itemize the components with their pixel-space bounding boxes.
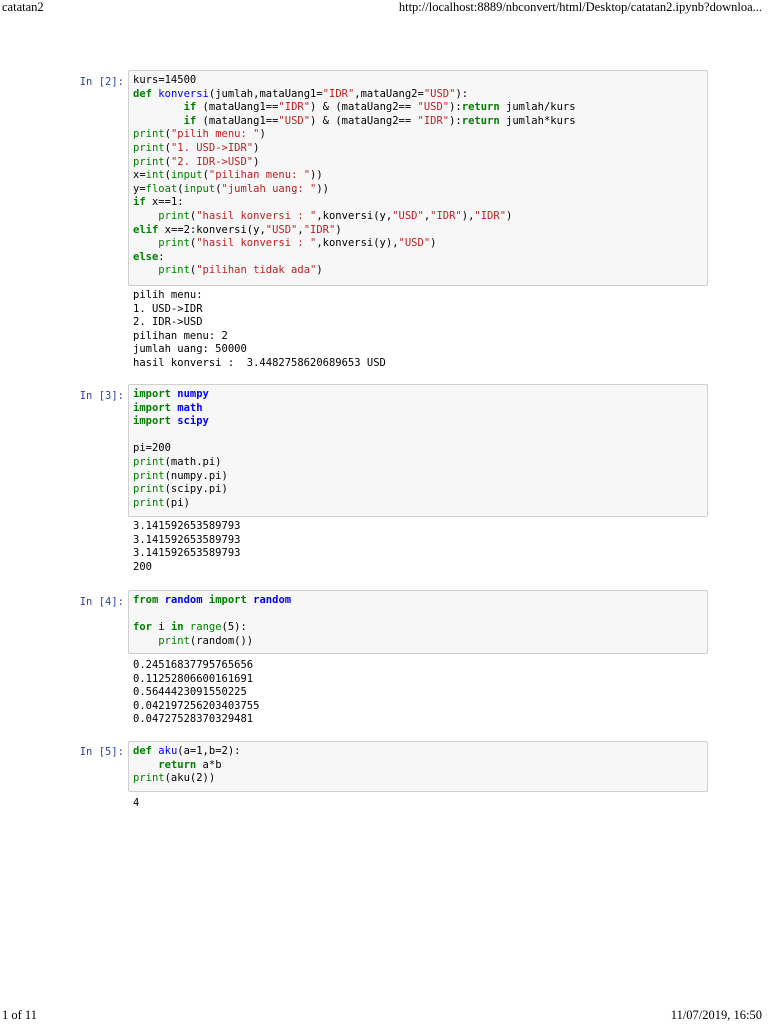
code-input-area[interactable]: def aku(a=1,b=2): return a*b print(aku(2… [128, 741, 708, 792]
input-prompt: In [3]: [79, 390, 124, 402]
cell-output: 3.141592653589793 3.141592653589793 3.14… [133, 520, 240, 574]
code-text: import numpy import math import scipy pi… [133, 388, 228, 509]
output-text: 0.24516837795765656 0.11252806600161691 … [133, 659, 260, 726]
output-text: 3.141592653589793 3.141592653589793 3.14… [133, 520, 241, 573]
cell-output: 0.24516837795765656 0.11252806600161691 … [133, 659, 259, 727]
code-input-area[interactable]: import numpy import math import scipy pi… [128, 384, 708, 517]
cell-output: pilih menu: 1. USD->IDR 2. IDR->USD pili… [133, 289, 386, 371]
code-text: from random import random for i in range… [133, 594, 292, 647]
input-prompt: In [4]: [79, 596, 124, 608]
cell-output: 4 [133, 797, 139, 811]
output-text: pilih menu: 1. USD->IDR 2. IDR->USD pili… [133, 289, 386, 369]
input-prompt: In [2]: [79, 76, 124, 88]
document-url: http://localhost:8889/nbconvert/html/Des… [398, 0, 762, 14]
code-input-area[interactable]: kurs=14500 def konversi(jumlah,mataUang1… [128, 70, 708, 286]
document-title: catatan2 [2, 0, 44, 14]
print-datetime: 11/07/2019, 16:50 [670, 1008, 762, 1022]
code-text: kurs=14500 def konversi(jumlah,mataUang1… [133, 74, 576, 277]
output-text: 4 [133, 797, 140, 809]
input-prompt: In [5]: [79, 746, 124, 758]
code-input-area[interactable]: from random import random for i in range… [128, 590, 708, 654]
page-number: 1 of 11 [2, 1008, 37, 1022]
code-text: def aku(a=1,b=2): return a*b print(aku(2… [133, 745, 241, 785]
